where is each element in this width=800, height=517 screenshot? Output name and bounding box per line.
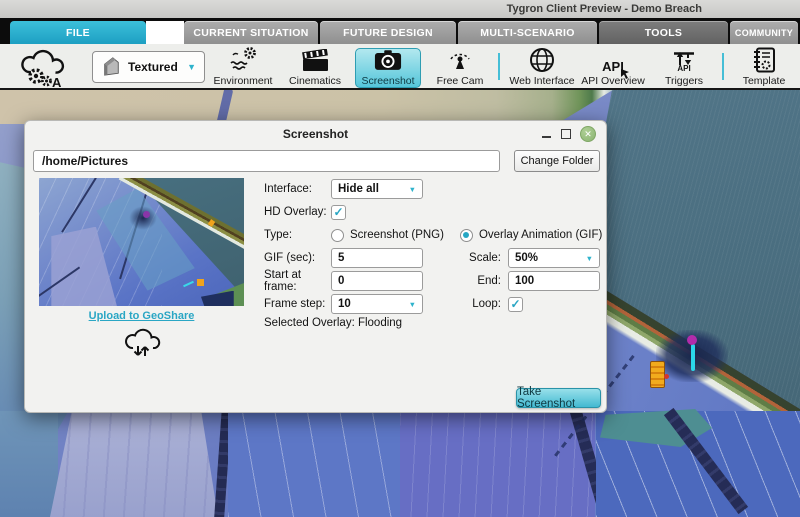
gif-sec-input[interactable] xyxy=(338,252,416,264)
svg-text:A: A xyxy=(52,75,62,88)
gif-sec-field xyxy=(331,248,423,268)
tools-toolbar: A Textured xyxy=(0,44,800,90)
toolbar-item-label: API Overview xyxy=(581,75,645,87)
type-radio-png-label: Screenshot (PNG) xyxy=(350,229,444,241)
tab-future-design[interactable]: FUTURE DESIGN xyxy=(320,21,456,44)
triggers-icon: API xyxy=(671,49,697,73)
type-radio-gif-label: Overlay Animation (GIF) xyxy=(479,229,602,241)
toolbar-item-label: Template xyxy=(743,75,786,87)
type-radio-gif[interactable] xyxy=(460,229,473,242)
hd-overlay-label: HD Overlay: xyxy=(264,206,331,218)
start-frame-field xyxy=(331,271,423,291)
toolbar-separator xyxy=(498,53,500,80)
type-label: Type: xyxy=(264,229,331,241)
minimize-icon[interactable] xyxy=(542,128,552,140)
save-path-input[interactable] xyxy=(33,150,500,172)
toolbar-item-web-interface[interactable]: Web Interface xyxy=(504,49,580,87)
hd-overlay-checkbox[interactable] xyxy=(331,205,346,220)
render-mode-dropdown[interactable]: Textured xyxy=(92,51,205,83)
loop-checkbox[interactable] xyxy=(508,297,523,312)
toolbar-item-label: Free Cam xyxy=(437,75,484,87)
interface-dropdown[interactable]: Hide all xyxy=(331,179,423,199)
gif-sec-label: GIF (sec): xyxy=(264,252,331,264)
maximize-icon[interactable] xyxy=(561,129,571,139)
auto-weather-gears-icon[interactable]: A xyxy=(18,48,68,93)
map-vehicle xyxy=(650,361,665,388)
change-folder-button[interactable]: Change Folder xyxy=(514,150,600,172)
start-frame-input[interactable] xyxy=(338,275,416,287)
toolbar-item-cinematics[interactable]: Cinematics xyxy=(280,49,350,87)
tab-multi-scenario[interactable]: MULTI-SCENARIO xyxy=(458,21,597,44)
toolbar-item-label: Triggers xyxy=(665,75,703,87)
environment-icon xyxy=(228,49,258,73)
preview-marker-dot xyxy=(143,211,150,218)
close-icon[interactable] xyxy=(580,126,596,142)
tab-file[interactable]: FILE xyxy=(10,21,146,44)
app-window: Tygron Client Preview - Demo Breach FILE… xyxy=(0,0,800,517)
end-field xyxy=(508,271,600,291)
free-cam-icon xyxy=(445,49,475,73)
map-breach-marker-line xyxy=(691,344,695,371)
tab-gap xyxy=(146,21,184,44)
tab-community[interactable]: COMMUNITY xyxy=(730,21,798,44)
preview-breach-blob xyxy=(129,206,157,230)
toolbar-item-label: Environment xyxy=(214,75,273,87)
render-mode-value: Textured xyxy=(128,60,178,74)
end-input[interactable] xyxy=(515,275,593,287)
window-titlebar: Tygron Client Preview - Demo Breach xyxy=(0,0,800,18)
type-radio-png[interactable] xyxy=(331,229,344,242)
tab-tools[interactable]: TOOLS xyxy=(599,21,728,44)
globe-icon xyxy=(529,49,555,73)
chevron-down-icon xyxy=(586,254,593,263)
screenshot-dialog: Screenshot Change Folder Upload xyxy=(24,120,607,413)
api-cursor-icon: API xyxy=(602,49,624,73)
preview-orange-marker xyxy=(197,279,204,286)
frame-step-dropdown[interactable]: 10 xyxy=(331,294,423,314)
chevron-down-icon xyxy=(187,62,196,72)
chevron-down-icon xyxy=(409,300,416,309)
toolbar-item-api-overview[interactable]: API API Overview xyxy=(575,49,651,87)
toolbar-item-label: Screenshot xyxy=(361,75,414,87)
cloud-upload-download-icon[interactable] xyxy=(39,326,244,360)
toolbar-item-environment[interactable]: Environment xyxy=(208,49,278,87)
camera-icon xyxy=(374,50,402,74)
toolbar-item-triggers[interactable]: API Triggers xyxy=(650,49,718,87)
screenshot-form: Interface: Hide all HD Overlay: Type: Sc… xyxy=(264,179,602,317)
map-field-lavender xyxy=(50,411,218,517)
toolbar-item-free-cam[interactable]: Free Cam xyxy=(425,49,495,87)
toolbar-item-screenshot-selected[interactable]: Screenshot xyxy=(355,48,421,88)
map-field-teal xyxy=(0,411,58,517)
map-vehicle-dot xyxy=(664,374,669,379)
toolbar-item-label: Cinematics xyxy=(289,75,341,87)
scale-dropdown[interactable]: 50% xyxy=(508,248,600,268)
toolbar-item-label: Web Interface xyxy=(509,75,574,87)
tab-current-situation[interactable]: CURRENT SITUATION xyxy=(184,21,318,44)
map-field-blue xyxy=(228,411,402,517)
toolbar-separator xyxy=(722,53,724,80)
dialog-title: Screenshot xyxy=(25,121,606,147)
map-field-purple xyxy=(400,411,595,517)
screenshot-preview-thumbnail xyxy=(39,178,244,306)
window-title: Tygron Client Preview - Demo Breach xyxy=(507,3,702,15)
template-notebook-icon xyxy=(752,49,776,73)
clapperboard-icon xyxy=(301,49,329,73)
toolbar-item-template[interactable]: Template xyxy=(728,49,800,87)
upload-to-geoshare-link[interactable]: Upload to GeoShare xyxy=(39,310,244,322)
selected-overlay-text: Selected Overlay: Flooding xyxy=(264,317,402,329)
main-menu-tabbar: FILE CURRENT SITUATION FUTURE DESIGN MUL… xyxy=(0,18,800,44)
loop-label: Loop: xyxy=(423,298,508,310)
scale-label: Scale: xyxy=(423,252,508,264)
frame-step-label: Frame step: xyxy=(264,298,331,310)
chevron-down-icon xyxy=(409,185,416,194)
window-controls xyxy=(542,126,596,142)
take-screenshot-button[interactable]: Take Screenshot xyxy=(516,388,601,408)
end-label: End: xyxy=(423,275,508,287)
textured-house-icon xyxy=(101,55,121,80)
interface-label: Interface: xyxy=(264,183,331,195)
start-frame-label: Start at frame: xyxy=(264,269,331,293)
map-breach-marker-dot xyxy=(687,335,697,345)
